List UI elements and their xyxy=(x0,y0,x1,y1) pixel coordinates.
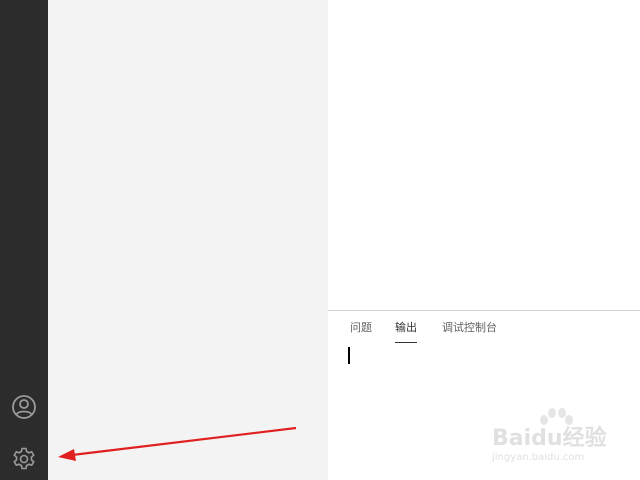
editor-area[interactable] xyxy=(328,0,640,310)
text-cursor xyxy=(348,347,350,364)
panel-tab-bar: 问题 输出 调试控制台 xyxy=(328,311,640,345)
side-bar xyxy=(48,0,328,480)
tab-debug-console[interactable]: 调试控制台 xyxy=(442,321,497,335)
tab-output[interactable]: 输出 xyxy=(395,321,417,343)
tab-problems[interactable]: 问题 xyxy=(350,321,372,335)
account-icon[interactable] xyxy=(10,393,38,421)
bottom-panel: 问题 输出 调试控制台 xyxy=(328,310,640,480)
gear-icon[interactable] xyxy=(10,445,38,473)
activity-bar xyxy=(0,0,48,480)
app-window: 问题 输出 调试控制台 Baidu经验 jingyan.baidu.com xyxy=(0,0,640,480)
